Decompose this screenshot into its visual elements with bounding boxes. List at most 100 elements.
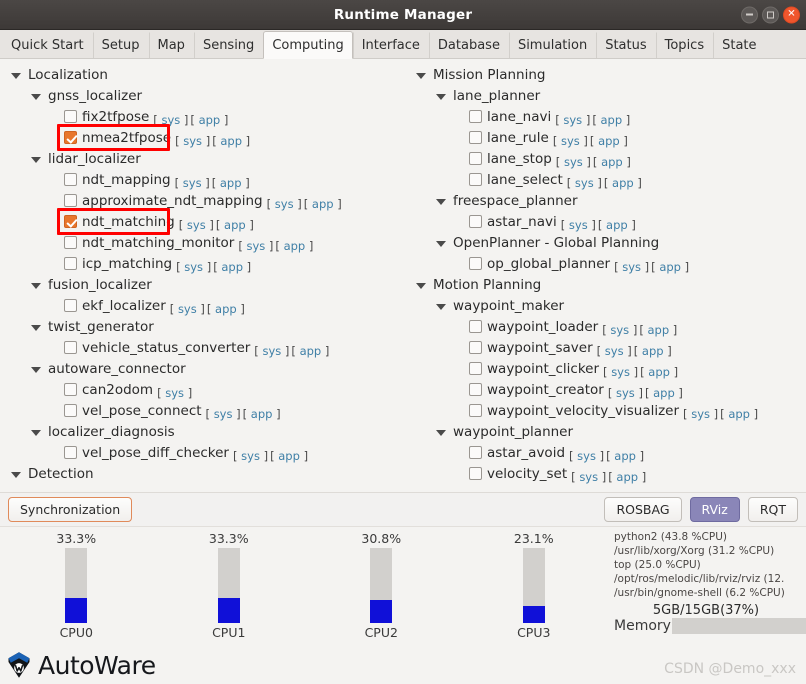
checkbox-waypoint_creator[interactable] [469,383,482,396]
chevron-down-icon[interactable] [435,89,449,103]
tree-group-lane-planner[interactable]: lane_planner [409,85,806,106]
checkbox-can2odom[interactable] [64,383,77,396]
tree-node-ekf_localizer[interactable]: ekf_localizer[ sys ][ app ] [4,295,403,316]
app-link-vehicle_status_converter[interactable]: [ app ] [291,344,329,358]
sys-link-waypoint_clicker[interactable]: [ sys ] [603,365,638,379]
tree-node-waypoint_velocity_visualizer[interactable]: waypoint_velocity_visualizer[ sys ][ app… [409,400,806,421]
checkbox-waypoint_clicker[interactable] [469,362,482,375]
checkbox-astar_avoid[interactable] [469,446,482,459]
sys-link-astar_navi[interactable]: [ sys ] [561,218,596,232]
tree-node-lane_select[interactable]: lane_select[ sys ][ app ] [409,169,806,190]
app-link-vel_pose_diff_checker[interactable]: [ app ] [270,449,308,463]
checkbox-lane_rule[interactable] [469,131,482,144]
tab-topics[interactable]: Topics [655,32,714,58]
tree-node-ndt_mapping[interactable]: ndt_mapping[ sys ][ app ] [4,169,403,190]
tree-node-fix2tfpose[interactable]: fix2tfpose[ sys ][ app ] [4,106,403,127]
tree-node-lane_rule[interactable]: lane_rule[ sys ][ app ] [409,127,806,148]
chevron-down-icon[interactable] [415,278,429,292]
sys-link-lane_rule[interactable]: [ sys ] [553,134,588,148]
checkbox-lane_navi[interactable] [469,110,482,123]
checkbox-icp_matching[interactable] [64,257,77,270]
tree-group-waypoint-maker[interactable]: waypoint_maker [409,295,806,316]
checkbox-ndt_matching_monitor[interactable] [64,236,77,249]
tab-simulation[interactable]: Simulation [508,32,597,58]
sys-link-ndt_matching_monitor[interactable]: [ sys ] [238,239,273,253]
tab-database[interactable]: Database [428,32,509,58]
sys-link-approximate_ndt_mapping[interactable]: [ sys ] [267,197,302,211]
tree-group-waypoint-planner[interactable]: waypoint_planner [409,421,806,442]
chevron-down-icon[interactable] [435,194,449,208]
tab-computing[interactable]: Computing [263,31,353,59]
sys-link-lane_select[interactable]: [ sys ] [567,176,602,190]
checkbox-ndt_mapping[interactable] [64,173,77,186]
sys-link-fix2tfpose[interactable]: [ sys ] [153,113,188,127]
sys-link-vel_pose_connect[interactable]: [ sys ] [206,407,241,421]
tree-group-gnss-localizer[interactable]: gnss_localizer [4,85,403,106]
app-link-lane_navi[interactable]: [ app ] [592,113,630,127]
chevron-down-icon[interactable] [30,89,44,103]
sys-link-lane_stop[interactable]: [ sys ] [556,155,591,169]
chevron-down-icon[interactable] [30,425,44,439]
checkbox-lane_select[interactable] [469,173,482,186]
checkbox-waypoint_loader[interactable] [469,320,482,333]
tree-group-freespace-planner[interactable]: freespace_planner [409,190,806,211]
app-link-waypoint_loader[interactable]: [ app ] [639,323,677,337]
tree-group-detection[interactable]: Detection [4,463,403,484]
tree-group-motion-planning[interactable]: Motion Planning [409,274,806,295]
app-link-lane_stop[interactable]: [ app ] [593,155,631,169]
checkbox-vehicle_status_converter[interactable] [64,341,77,354]
tree-node-astar_navi[interactable]: astar_navi[ sys ][ app ] [409,211,806,232]
tree-group-twist-generator[interactable]: twist_generator [4,316,403,337]
tree-group-lidar-localizer[interactable]: lidar_localizer [4,148,403,169]
checkbox-ekf_localizer[interactable] [64,299,77,312]
maximize-icon[interactable] [762,6,779,23]
sys-link-waypoint_velocity_visualizer[interactable]: [ sys ] [683,407,718,421]
tree-node-can2odom[interactable]: can2odom[ sys ] [4,379,403,400]
app-link-astar_avoid[interactable]: [ app ] [606,449,644,463]
app-link-op_global_planner[interactable]: [ app ] [651,260,689,274]
chevron-down-icon[interactable] [30,362,44,376]
app-link-waypoint_saver[interactable]: [ app ] [634,344,672,358]
tab-status[interactable]: Status [596,32,656,58]
tree-node-icp_matching[interactable]: icp_matching[ sys ][ app ] [4,253,403,274]
sys-link-ndt_mapping[interactable]: [ sys ] [175,176,210,190]
checkbox-nmea2tfpose[interactable] [64,131,77,144]
app-link-ndt_matching_monitor[interactable]: [ app ] [275,239,313,253]
tree-node-ndt_matching_monitor[interactable]: ndt_matching_monitor[ sys ][ app ] [4,232,403,253]
tree-node-astar_avoid[interactable]: astar_avoid[ sys ][ app ] [409,442,806,463]
tree-node-op_global_planner[interactable]: op_global_planner[ sys ][ app ] [409,253,806,274]
tree-node-velocity_set[interactable]: velocity_set[ sys ][ app ] [409,463,806,484]
tab-map[interactable]: Map [148,32,194,58]
app-link-astar_navi[interactable]: [ app ] [598,218,636,232]
tree-node-nmea2tfpose[interactable]: nmea2tfpose[ sys ][ app ] [4,127,403,148]
chevron-down-icon[interactable] [30,320,44,334]
chevron-down-icon[interactable] [435,236,449,250]
sys-link-vehicle_status_converter[interactable]: [ sys ] [254,344,289,358]
checkbox-op_global_planner[interactable] [469,257,482,270]
checkbox-lane_stop[interactable] [469,152,482,165]
rviz-button[interactable]: RViz [689,497,740,522]
sys-link-icp_matching[interactable]: [ sys ] [176,260,211,274]
tree-node-waypoint_loader[interactable]: waypoint_loader[ sys ][ app ] [409,316,806,337]
rqt-button[interactable]: RQT [747,497,798,522]
app-link-icp_matching[interactable]: [ app ] [213,260,251,274]
tree-group-fusion-localizer[interactable]: fusion_localizer [4,274,403,295]
chevron-down-icon[interactable] [435,425,449,439]
sys-link-nmea2tfpose[interactable]: [ sys ] [175,134,210,148]
tab-setup[interactable]: Setup [92,32,149,58]
app-link-lane_rule[interactable]: [ app ] [590,134,628,148]
sys-link-velocity_set[interactable]: [ sys ] [571,470,606,484]
app-link-lane_select[interactable]: [ app ] [604,176,642,190]
app-link-waypoint_velocity_visualizer[interactable]: [ app ] [720,407,758,421]
close-icon[interactable]: ✕ [783,6,800,23]
app-link-ndt_mapping[interactable]: [ app ] [212,176,250,190]
sys-link-waypoint_loader[interactable]: [ sys ] [602,323,637,337]
sys-link-astar_avoid[interactable]: [ sys ] [569,449,604,463]
tree-node-vel_pose_diff_checker[interactable]: vel_pose_diff_checker[ sys ][ app ] [4,442,403,463]
tree-node-vel_pose_connect[interactable]: vel_pose_connect[ sys ][ app ] [4,400,403,421]
chevron-down-icon[interactable] [10,68,24,82]
sys-link-can2odom[interactable]: [ sys ] [157,386,192,400]
tree-group-autoware-connector[interactable]: autoware_connector [4,358,403,379]
tree-group-localizer-diagnosis[interactable]: localizer_diagnosis [4,421,403,442]
app-link-ndt_matching[interactable]: [ app ] [216,218,254,232]
